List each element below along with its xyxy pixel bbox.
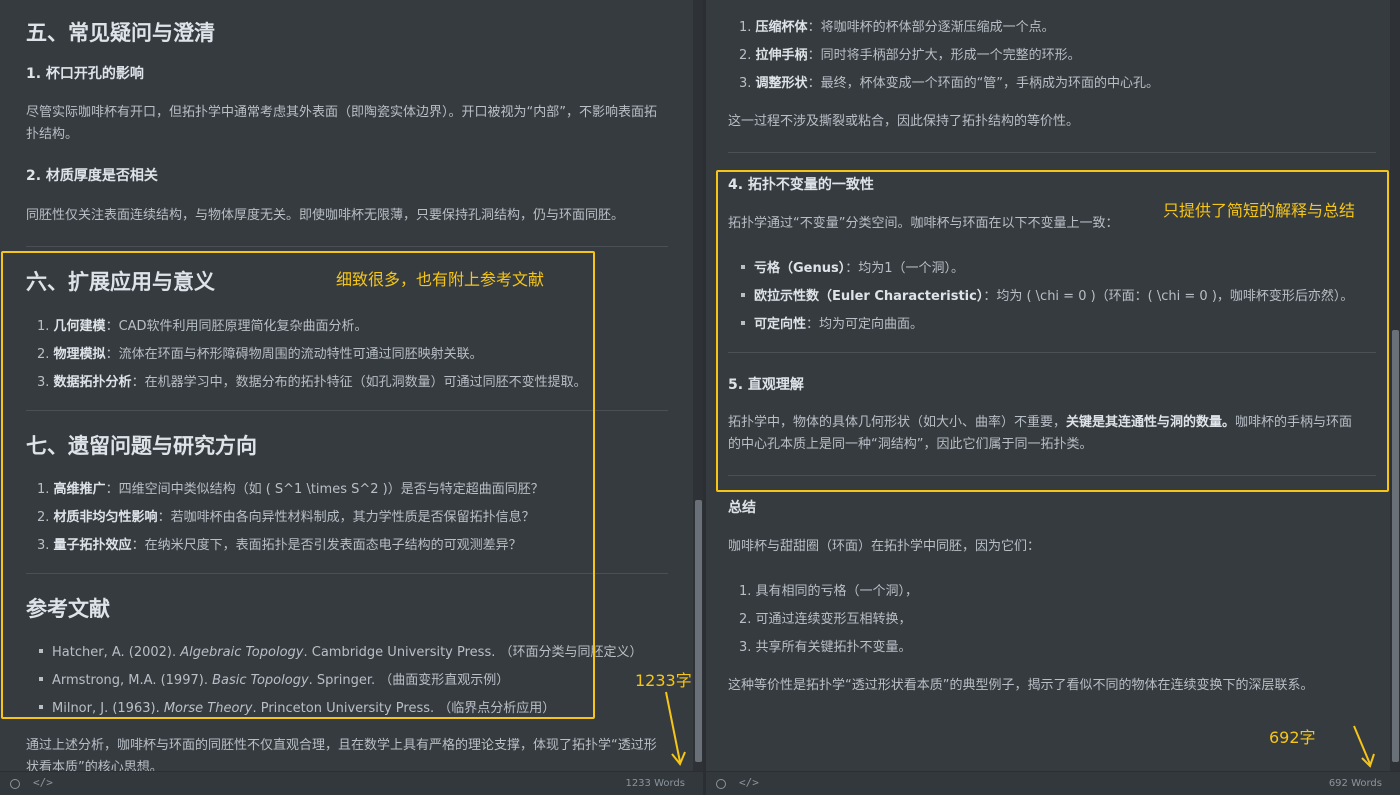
paragraph-q2: 同胚性仅关注表面连续结构，与物体厚度无关。即使咖啡杯无限薄，只要保持孔洞结构，仍… xyxy=(26,208,625,223)
word-count-annotation: 1233字 xyxy=(635,671,692,690)
word-count-annotation: 692字 xyxy=(1269,728,1316,747)
list-number: 2. xyxy=(739,48,752,63)
list-item-text: 可通过连续变形互相转换， xyxy=(755,612,912,627)
list-item-bold: 拉伸手柄 xyxy=(755,48,808,63)
list-number: 1. xyxy=(739,20,752,35)
annotation-highlight-box xyxy=(1,251,595,719)
closing-paragraph-line2: 状看本质”的核心思想。 xyxy=(26,760,163,771)
list-item: 3. 共享所有关键拓扑不变量。 xyxy=(739,636,912,655)
arrow-down-icon xyxy=(665,691,686,766)
list-item: 1. 具有相同的亏格（一个洞）， xyxy=(739,580,918,599)
annotation-note: 只提供了简短的解释与总结 xyxy=(1163,201,1356,220)
list-item: 2. 拉伸手柄：同时将手柄部分扩大，形成一个完整的环形。 xyxy=(739,44,1081,63)
heading-summary: 总结 xyxy=(728,500,756,516)
list-item-bold: 调整形状 xyxy=(755,76,808,91)
left-editor-pane: 五、常见疑问与澄清 1. 杯口开孔的影响 尽管实际咖啡杯有开口，但拓扑学中通常考… xyxy=(0,0,703,795)
paragraph-summary-intro: 咖啡杯与甜甜圈（环面）在拓扑学中同胚，因为它们： xyxy=(728,539,1041,554)
list-item: 1. 压缩杯体：将咖啡杯的杯体部分逐渐压缩成一个点。 xyxy=(739,16,1055,35)
paragraph-summary-closing: 这种等价性是拓扑学“透过形状看本质”的典型例子，揭示了看似不同的物体在连续变换下… xyxy=(728,678,1314,693)
list-number: 3. xyxy=(739,76,752,91)
outline-toggle-icon[interactable] xyxy=(10,779,20,789)
divider xyxy=(26,246,668,247)
word-count[interactable]: 1233 Words xyxy=(625,778,685,789)
source-code-toggle-icon[interactable]: </> xyxy=(739,776,759,789)
list-item: 3. 调整形状：最终，杯体变成一个环面的“管”，手柄成为环面的中心孔。 xyxy=(739,72,1159,91)
annotation-note: 细致很多，也有附上参考文献 xyxy=(336,270,545,289)
left-scrollbar-thumb[interactable] xyxy=(695,500,702,762)
word-count[interactable]: 692 Words xyxy=(1329,778,1382,789)
right-status-bar: </> 692 Words xyxy=(706,771,1400,795)
paragraph-q1-line1: 尽管实际咖啡杯有开口，但拓扑学中通常考虑其外表面（即陶瓷实体边界）。开口被视为“… xyxy=(26,105,657,120)
list-item-text: 具有相同的亏格（一个洞）， xyxy=(755,584,919,599)
list-item-text: ：同时将手柄部分扩大，形成一个完整的环形。 xyxy=(807,48,1081,63)
list-number: 3. xyxy=(739,640,752,655)
heading-q1: 1. 杯口开孔的影响 xyxy=(26,66,144,82)
list-number: 1. xyxy=(739,584,752,599)
closing-paragraph-line1: 通过上述分析，咖啡杯与环面的同胚性不仅直观合理，且在数学上具有严格的理论支撑，体… xyxy=(26,738,657,753)
list-item-text: ：最终，杯体变成一个环面的“管”，手柄成为环面的中心孔。 xyxy=(807,76,1160,91)
left-status-bar: </> 1233 Words xyxy=(0,771,703,795)
outline-toggle-icon[interactable] xyxy=(716,779,726,789)
list-item-text: ：将咖啡杯的杯体部分逐渐压缩成一个点。 xyxy=(807,20,1055,35)
source-code-toggle-icon[interactable]: </> xyxy=(33,776,53,789)
paragraph-steps-note: 这一过程不涉及撕裂或粘合，因此保持了拓扑结构的等价性。 xyxy=(728,114,1080,129)
divider xyxy=(728,152,1376,153)
list-item: 2. 可通过连续变形互相转换， xyxy=(739,608,912,627)
list-item-text: 共享所有关键拓扑不变量。 xyxy=(755,640,912,655)
paragraph-q1-line2: 扑结构。 xyxy=(26,127,79,142)
arrow-down-icon xyxy=(1353,725,1375,768)
right-editor-pane: 1. 压缩杯体：将咖啡杯的杯体部分逐渐压缩成一个点。 2. 拉伸手柄：同时将手柄… xyxy=(706,0,1400,795)
right-scrollbar-thumb[interactable] xyxy=(1392,330,1399,762)
left-scrollbar[interactable] xyxy=(693,0,703,771)
right-scrollbar[interactable] xyxy=(1390,0,1400,771)
list-item-bold: 压缩杯体 xyxy=(755,20,808,35)
list-number: 2. xyxy=(739,612,752,627)
heading-section-5: 五、常见疑问与澄清 xyxy=(26,21,215,45)
heading-q2: 2. 材质厚度是否相关 xyxy=(26,168,158,184)
